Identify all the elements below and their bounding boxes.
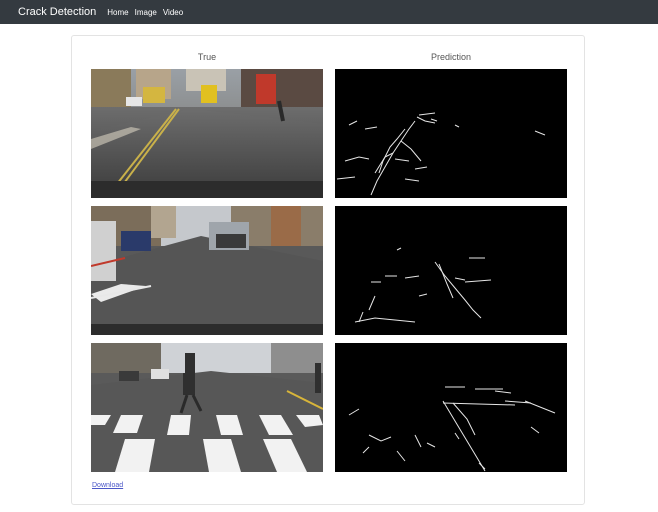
nav-link-image[interactable]: Image	[135, 8, 157, 17]
nav-link-home[interactable]: Home	[107, 8, 128, 17]
nav-link-video[interactable]: Video	[163, 8, 183, 17]
prediction-image-3	[335, 343, 567, 472]
brand-title[interactable]: Crack Detection	[18, 6, 96, 18]
true-image-3	[91, 343, 323, 472]
navbar: Crack Detection Home Image Video	[0, 0, 658, 24]
true-image-1	[91, 69, 323, 198]
prediction-column-title: Prediction	[430, 52, 472, 62]
true-image-2	[91, 206, 323, 335]
prediction-image-2	[335, 206, 567, 335]
download-link[interactable]: Download	[92, 482, 123, 489]
true-column-title: True	[197, 52, 217, 62]
prediction-image-1	[335, 69, 567, 198]
results-card: True Prediction Download	[71, 35, 585, 505]
